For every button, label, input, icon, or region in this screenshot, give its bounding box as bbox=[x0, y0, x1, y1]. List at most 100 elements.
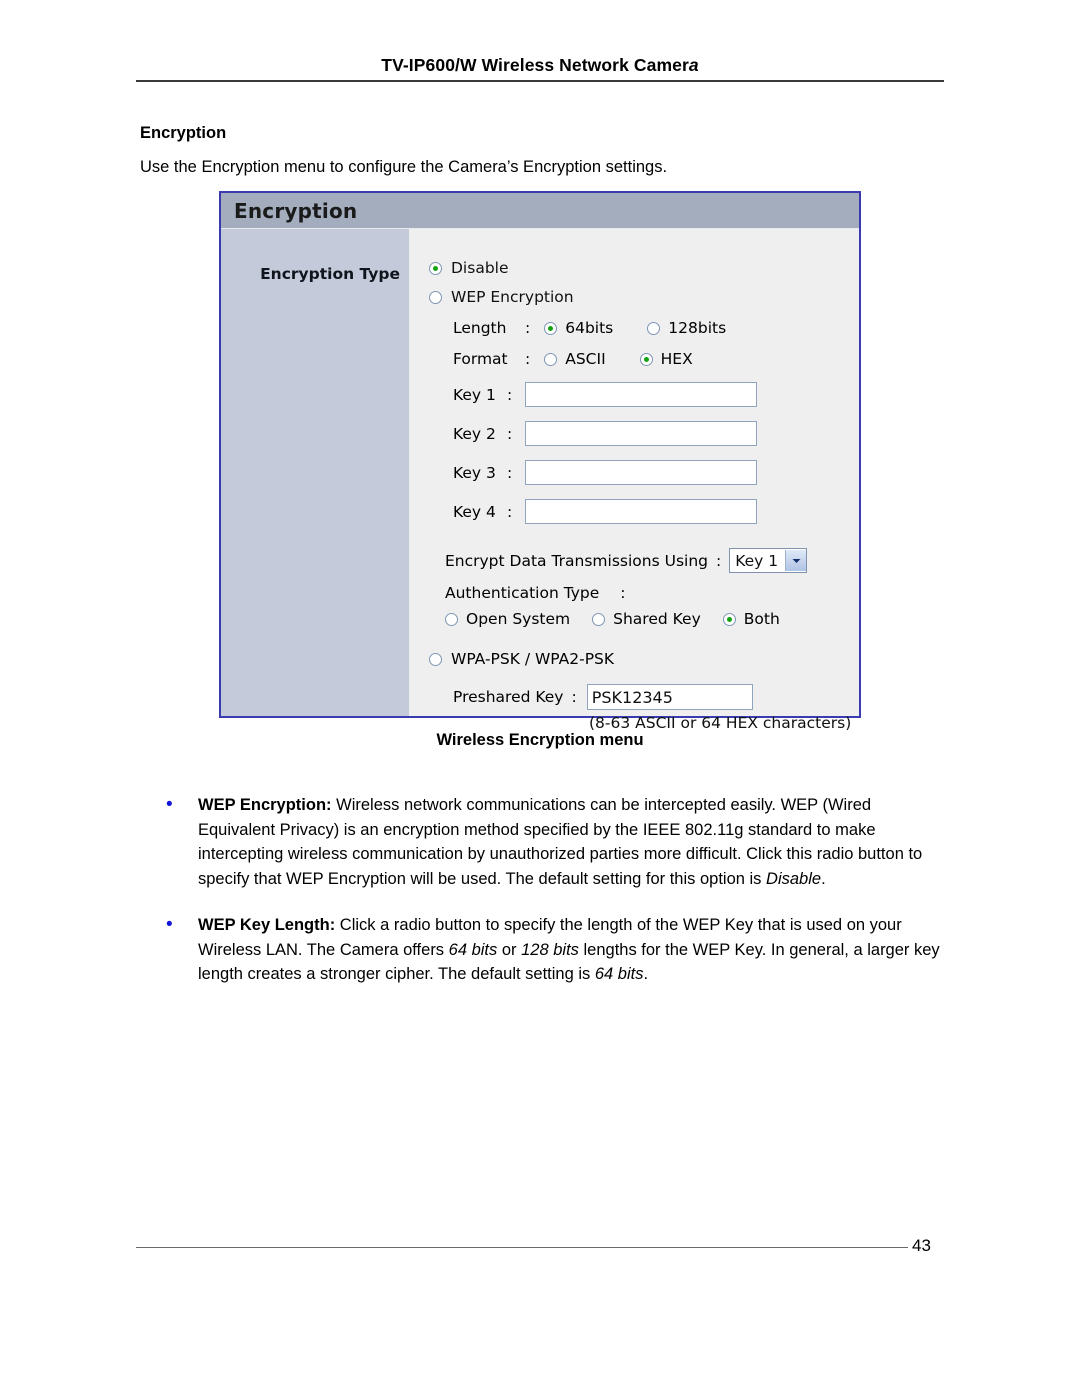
radio-disable-label: Disable bbox=[451, 259, 509, 277]
preshared-key-label: Preshared Key bbox=[453, 688, 564, 706]
radio-both-label: Both bbox=[743, 610, 780, 628]
encrypt-data-using-select[interactable]: Key 1 bbox=[729, 548, 808, 573]
section-heading: Encryption bbox=[140, 124, 227, 142]
authentication-type-options: Open System Shared Key Both bbox=[445, 610, 859, 628]
window-body: Encryption Type Disable WEP Encryption L… bbox=[221, 229, 859, 732]
encrypt-data-using-colon: : bbox=[716, 551, 722, 570]
key-4-input[interactable] bbox=[525, 499, 757, 524]
radio-option-wpa-psk[interactable]: WPA-PSK / WPA2-PSK bbox=[429, 650, 859, 668]
radio-option-length-64bits[interactable]: 64bits bbox=[544, 319, 613, 337]
radio-format-hex-icon[interactable] bbox=[639, 352, 653, 366]
chevron-down-icon[interactable] bbox=[785, 550, 807, 571]
radio-length-64bits-icon[interactable] bbox=[544, 321, 558, 335]
preshared-key-hint: (8-63 ASCII or 64 HEX characters) bbox=[589, 714, 852, 732]
bullet-marker-icon: • bbox=[166, 914, 173, 935]
bullet-item-wep-encryption: • WEP Encryption: Wireless network commu… bbox=[140, 793, 946, 891]
radio-option-shared-key[interactable]: Shared Key bbox=[592, 610, 701, 628]
wep-length-row: Length : 64bits 128bits bbox=[453, 319, 859, 337]
key-2-input[interactable] bbox=[525, 421, 757, 446]
radio-option-format-ascii[interactable]: ASCII bbox=[544, 350, 606, 368]
radio-shared-key-icon[interactable] bbox=[592, 612, 606, 626]
radio-format-ascii-label: ASCII bbox=[565, 350, 606, 368]
window-titlebar: Encryption bbox=[221, 193, 859, 229]
key-1-input[interactable] bbox=[525, 382, 757, 407]
radio-wpa-psk-label: WPA-PSK / WPA2-PSK bbox=[451, 650, 615, 668]
bullet-emphasis-64-bits: 64 bits bbox=[448, 940, 498, 959]
radio-wep-encryption-label: WEP Encryption bbox=[451, 288, 574, 306]
radio-both-icon[interactable] bbox=[722, 612, 736, 626]
key-4-row: Key 4 : bbox=[453, 499, 859, 524]
key-3-row: Key 3 : bbox=[453, 460, 859, 485]
key-2-row: Key 2 : bbox=[453, 421, 859, 446]
radio-open-system-icon[interactable] bbox=[445, 612, 458, 626]
encrypt-data-using-selected-value: Key 1 bbox=[735, 551, 779, 570]
header-title-italic-tail: a bbox=[688, 55, 699, 75]
bullet-body-part-2: or bbox=[497, 940, 522, 959]
bullet-emphasis-128-bits: 128 bits bbox=[521, 940, 579, 959]
radio-length-64bits-label: 64bits bbox=[565, 319, 614, 337]
header-title-main: TV-IP600/W Wireless Network Camer bbox=[381, 55, 689, 75]
key-1-row: Key 1 : bbox=[453, 382, 859, 407]
key-2-colon: : bbox=[507, 424, 513, 443]
radio-length-128bits-icon[interactable] bbox=[647, 321, 661, 335]
preshared-key-input[interactable] bbox=[586, 684, 753, 710]
radio-option-both[interactable]: Both bbox=[722, 610, 780, 628]
bullet-item-wep-key-length: • WEP Key Length: Click a radio button t… bbox=[140, 913, 946, 987]
bullet-list: • WEP Encryption: Wireless network commu… bbox=[140, 793, 946, 987]
wep-format-row: Format : ASCII HEX bbox=[453, 350, 859, 368]
bullet-term-wep-key-length: WEP Key Length: bbox=[198, 916, 336, 934]
radio-option-disable[interactable]: Disable bbox=[429, 259, 859, 277]
preshared-key-colon: : bbox=[571, 688, 577, 706]
window-title: Encryption bbox=[234, 198, 358, 223]
key-3-colon: : bbox=[507, 463, 513, 482]
encrypt-data-using-label: Encrypt Data Transmissions Using bbox=[445, 551, 708, 570]
radio-option-wep-encryption[interactable]: WEP Encryption bbox=[429, 288, 859, 306]
authentication-type-label: Authentication Type bbox=[445, 584, 600, 602]
preshared-key-row: Preshared Key : bbox=[453, 684, 859, 710]
key-3-label: Key 3 bbox=[453, 463, 496, 482]
form-column: Disable WEP Encryption Length : 64bits 1… bbox=[409, 229, 859, 732]
radio-shared-key-label: Shared Key bbox=[613, 610, 701, 628]
wep-length-label: Length bbox=[453, 319, 507, 337]
radio-option-length-128bits[interactable]: 128bits bbox=[647, 319, 726, 337]
key-2-label: Key 2 bbox=[453, 424, 496, 443]
key-4-colon: : bbox=[507, 502, 513, 521]
bullet-text-wep-key-length: WEP Key Length: Click a radio button to … bbox=[198, 913, 946, 987]
authentication-type-colon: : bbox=[620, 584, 626, 602]
authentication-type-row: Authentication Type : bbox=[445, 584, 859, 602]
document-header: TV-IP600/W Wireless Network Camera bbox=[136, 54, 944, 82]
radio-format-hex-label: HEX bbox=[660, 350, 693, 368]
radio-wpa-psk-icon[interactable] bbox=[429, 652, 442, 666]
intro-paragraph: Use the Encryption menu to configure the… bbox=[140, 158, 668, 176]
radio-option-format-hex[interactable]: HEX bbox=[639, 350, 693, 368]
encryption-settings-window: Encryption Encryption Type Disable WEP E… bbox=[219, 191, 861, 732]
radio-format-ascii-icon[interactable] bbox=[544, 352, 558, 366]
encrypt-data-using-row: Encrypt Data Transmissions Using : Key 1 bbox=[445, 548, 859, 573]
page-number: 43 bbox=[912, 1236, 931, 1255]
bullet-emphasis-64-bits-default: 64 bits bbox=[594, 965, 644, 983]
figure-caption: Wireless Encryption menu bbox=[436, 731, 644, 749]
bullet-term-wep-encryption: WEP Encryption: bbox=[198, 796, 332, 814]
footer-rule bbox=[136, 1247, 908, 1248]
radio-wep-encryption-icon[interactable] bbox=[429, 290, 442, 304]
key-3-input[interactable] bbox=[525, 460, 757, 485]
key-1-label: Key 1 bbox=[453, 385, 496, 404]
radio-option-open-system[interactable]: Open System bbox=[445, 610, 570, 628]
encryption-type-label: Encryption Type bbox=[260, 265, 400, 283]
key-4-label: Key 4 bbox=[453, 502, 496, 521]
document-page: TV-IP600/W Wireless Network Camera Encry… bbox=[0, 0, 1080, 1397]
radio-length-128bits-label: 128bits bbox=[668, 319, 727, 337]
bullet-marker-icon: • bbox=[166, 794, 173, 815]
bullet-emphasis-disable: Disable bbox=[766, 869, 822, 888]
key-1-colon: : bbox=[507, 385, 513, 404]
header-rule bbox=[136, 80, 944, 82]
radio-disable-icon[interactable] bbox=[429, 261, 442, 275]
left-label-column: Encryption Type bbox=[221, 229, 409, 716]
wep-length-colon: : bbox=[525, 319, 531, 337]
wep-format-colon: : bbox=[525, 350, 531, 368]
bullet-body-part-4: . bbox=[643, 965, 649, 983]
radio-open-system-label: Open System bbox=[466, 610, 571, 628]
header-title: TV-IP600/W Wireless Network Camera bbox=[136, 54, 944, 76]
bullet-body-part-2: . bbox=[821, 869, 826, 888]
bullet-text-wep-encryption: WEP Encryption: Wireless network communi… bbox=[198, 793, 946, 891]
